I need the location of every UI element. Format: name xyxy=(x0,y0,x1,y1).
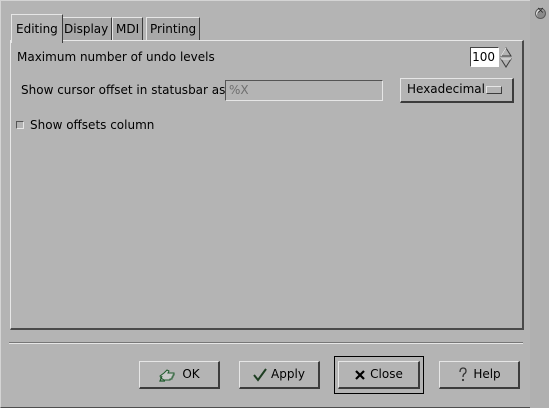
option-menu-indicator-icon xyxy=(486,86,502,94)
help-label: Help xyxy=(473,367,501,381)
question-icon xyxy=(457,366,469,383)
close-circle-icon[interactable]: × xyxy=(535,6,546,19)
undo-levels-label: Maximum number of undo levels xyxy=(17,50,215,64)
tab-editing[interactable]: Editing xyxy=(11,14,63,43)
tab-printing[interactable]: Printing xyxy=(146,17,201,40)
show-offsets-checkbox[interactable] xyxy=(16,121,24,129)
ok-label: OK xyxy=(182,367,200,381)
close-button[interactable]: Close xyxy=(338,361,420,389)
show-offsets-label[interactable]: Show offsets column xyxy=(30,118,154,132)
ok-button[interactable]: OK xyxy=(139,361,220,389)
tab-printing-label: Printing xyxy=(150,22,197,36)
ok-hand-icon xyxy=(158,367,178,383)
checkmark-icon xyxy=(253,367,267,382)
tab-mdi[interactable]: MDI xyxy=(112,17,144,40)
close-label: Close xyxy=(370,367,403,381)
tab-editing-label: Editing xyxy=(16,22,58,36)
apply-label: Apply xyxy=(271,367,305,381)
undo-levels-spinbox[interactable]: 100 xyxy=(470,47,499,67)
cursor-offset-label: Show cursor offset in statusbar as xyxy=(21,83,226,97)
offset-base-value: Hexadecimal xyxy=(407,82,485,96)
help-button[interactable]: Help xyxy=(439,361,520,389)
apply-button[interactable]: Apply xyxy=(239,361,320,389)
tab-display[interactable]: Display xyxy=(60,17,113,40)
offset-base-select[interactable]: Hexadecimal xyxy=(400,78,514,103)
button-separator xyxy=(9,342,523,344)
tab-mdi-label: MDI xyxy=(116,22,140,36)
window-edge xyxy=(530,0,549,408)
cursor-format-input[interactable]: %X xyxy=(225,80,383,101)
tab-display-label: Display xyxy=(64,22,109,36)
spin-arrows-icon[interactable] xyxy=(500,47,512,68)
x-icon xyxy=(354,369,366,381)
